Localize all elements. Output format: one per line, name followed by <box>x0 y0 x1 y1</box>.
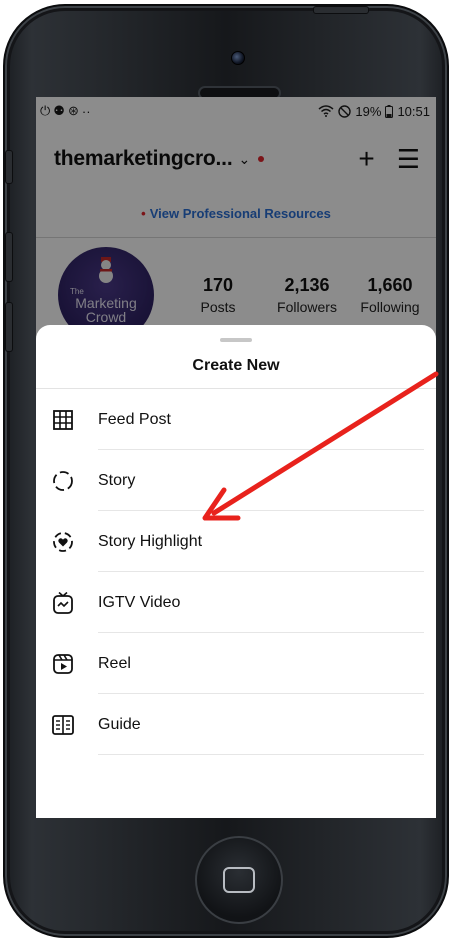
home-button[interactable] <box>195 836 283 924</box>
igtv-icon <box>52 591 74 614</box>
story-highlight-heart-icon <box>52 531 74 553</box>
option-igtv-video[interactable]: IGTV Video <box>36 572 436 633</box>
volume-up-button <box>5 232 13 282</box>
option-story[interactable]: Story <box>36 450 436 511</box>
phone-screen: ⏻ ⚉ ⊛ ·· 19% 10:51 themarketingcro... ⌄ … <box>36 97 436 818</box>
story-dashed-circle-icon <box>52 470 74 492</box>
option-reel[interactable]: Reel <box>36 633 436 694</box>
option-label: Guide <box>98 715 141 733</box>
sheet-grabber-handle[interactable] <box>220 338 252 342</box>
option-label: Reel <box>98 654 131 672</box>
guide-book-icon <box>52 714 74 736</box>
mute-switch <box>5 150 13 184</box>
volume-down-button <box>5 302 13 352</box>
option-label: Story Highlight <box>98 532 203 550</box>
divider <box>98 754 424 755</box>
reel-icon <box>52 653 74 675</box>
create-new-sheet: Create New Feed Post Story Story Highlig… <box>36 325 436 818</box>
option-guide[interactable]: Guide <box>36 694 436 755</box>
power-button <box>313 6 369 14</box>
option-story-highlight[interactable]: Story Highlight <box>36 511 436 572</box>
sheet-title: Create New <box>192 357 280 374</box>
home-square-icon <box>223 867 255 893</box>
option-feed-post[interactable]: Feed Post <box>36 389 436 450</box>
option-label: Story <box>98 471 136 489</box>
option-label: Feed Post <box>98 410 171 428</box>
grid-icon <box>52 409 74 431</box>
option-label: IGTV Video <box>98 593 181 611</box>
front-camera <box>231 51 245 65</box>
